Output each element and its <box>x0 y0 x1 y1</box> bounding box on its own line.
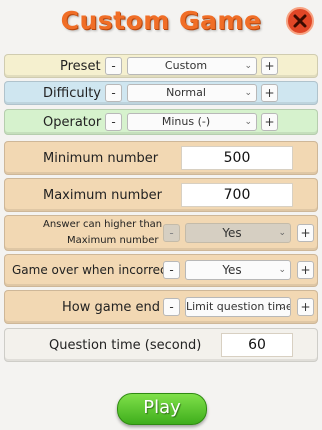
operator-value: Minus (-) <box>161 115 211 128</box>
how-end-value: Limit question time <box>186 300 290 313</box>
operator-increase-button[interactable]: + <box>261 113 278 131</box>
how-end-increase-button[interactable]: + <box>297 298 314 316</box>
difficulty-increase-button[interactable]: + <box>261 84 278 102</box>
game-over-decrease-button[interactable]: - <box>163 261 180 279</box>
answer-higher-row: Answer can higher than Maximum number - … <box>4 215 318 251</box>
answer-higher-select[interactable]: Yes ⌄ <box>185 223 291 243</box>
game-over-value: Yes <box>222 263 242 277</box>
difficulty-decrease-button[interactable]: - <box>105 84 122 102</box>
minimum-number-field[interactable]: 500 <box>181 146 293 170</box>
chevron-down-icon: ⌄ <box>244 88 252 98</box>
preset-decrease-button[interactable]: - <box>105 57 122 75</box>
answer-higher-label-line1: Answer can higher than <box>43 219 163 230</box>
answer-higher-label-line2: Maximum number <box>67 235 159 246</box>
game-over-increase-button[interactable]: + <box>297 261 314 279</box>
question-time-label: Question time (second) <box>49 338 202 353</box>
how-end-select[interactable]: Limit question time ⌄ <box>185 297 291 317</box>
how-end-row: How game end - Limit question time ⌄ + <box>4 290 318 324</box>
preset-label: Preset <box>60 59 101 74</box>
difficulty-select[interactable]: Normal ⌄ <box>127 84 257 102</box>
maximum-row: Maximum number 700 <box>4 178 318 212</box>
maximum-number-field[interactable]: 700 <box>181 183 293 207</box>
close-icon <box>293 14 307 28</box>
difficulty-row: Difficulty - Normal ⌄ + <box>4 81 318 105</box>
operator-decrease-button[interactable]: - <box>105 113 122 131</box>
page-title: Custom Game <box>60 6 262 35</box>
chevron-down-icon: ⌄ <box>278 265 286 275</box>
play-button[interactable]: Play <box>117 393 207 425</box>
how-end-decrease-button[interactable]: - <box>163 298 180 316</box>
difficulty-label: Difficulty <box>43 86 101 101</box>
operator-label: Operator <box>43 115 102 130</box>
game-over-label: Game over when incorrect <box>12 263 172 277</box>
preset-select[interactable]: Custom ⌄ <box>127 57 257 75</box>
question-time-field[interactable]: 60 <box>221 333 293 357</box>
chevron-down-icon: ⌄ <box>244 61 252 71</box>
chevron-down-icon: ⌄ <box>278 302 286 312</box>
chevron-down-icon: ⌄ <box>278 228 286 238</box>
answer-higher-decrease-button[interactable]: - <box>163 224 180 242</box>
difficulty-value: Normal <box>166 86 206 99</box>
minimum-row: Minimum number 500 <box>4 141 318 175</box>
close-button[interactable] <box>286 7 314 35</box>
answer-higher-value: Yes <box>222 226 242 240</box>
preset-value: Custom <box>164 59 208 72</box>
minimum-label: Minimum number <box>43 151 159 166</box>
preset-increase-button[interactable]: + <box>261 57 278 75</box>
game-over-row: Game over when incorrect - Yes ⌄ + <box>4 254 318 287</box>
chevron-down-icon: ⌄ <box>244 117 252 127</box>
question-time-row: Question time (second) 60 <box>4 328 318 362</box>
maximum-label: Maximum number <box>43 188 162 203</box>
preset-row: Preset - Custom ⌄ + <box>4 54 318 78</box>
how-end-label: How game end <box>62 300 160 315</box>
operator-row: Operator - Minus (-) ⌄ + <box>4 109 318 135</box>
answer-higher-increase-button[interactable]: + <box>297 224 314 242</box>
operator-select[interactable]: Minus (-) ⌄ <box>127 113 257 131</box>
game-over-select[interactable]: Yes ⌄ <box>185 260 291 280</box>
